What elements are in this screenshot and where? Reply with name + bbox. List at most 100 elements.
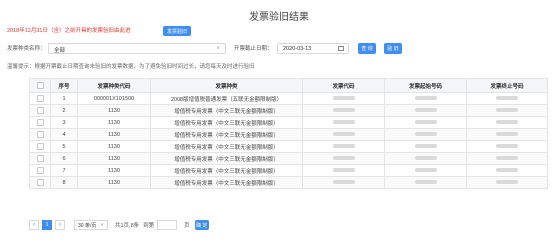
redacted-start-number [414,144,437,149]
row-type: 增值税专用发票（中文三联无金额限制版） [150,152,303,165]
invoice-type-value: 全部 [54,47,66,54]
invoice-type-select[interactable]: 全部 ∨ [48,43,226,54]
redacted-invoice-code [332,96,355,101]
row-checkbox[interactable] [36,155,44,162]
row-type-code: 1130 [77,104,151,117]
row-type-code: 1130 [77,116,151,129]
row-index: 2 [50,104,78,117]
row-type: 增值税专用发票（中文三联无金额限制版） [150,104,303,117]
row-index: 7 [50,164,78,177]
page-size-select[interactable]: 30 条/页 ∨ [74,220,108,230]
old-invoice-verify-button[interactable]: 发票验旧 [163,26,191,36]
row-index: 5 [50,140,78,153]
next-page-button[interactable]: > [55,220,65,230]
page-size-value: 30 条/页 [78,222,97,229]
invoice-type-label: 发票种类名称： [7,46,46,52]
redacted-start-number [414,120,437,125]
row-index: 6 [50,152,78,165]
row-checkbox[interactable] [36,143,44,150]
row-checkbox[interactable] [36,95,44,102]
calendar-icon [338,45,344,51]
table-header-row: 序号 发票种类代码 发票种类 发票代码 发票起始号码 发票终止号码 [29,78,548,93]
table-row: 7 1130 增值税专用发票（中文三联无金额限制版） [29,164,548,177]
table-row: 3 1130 增值税专用发票（中文三联无金额限制版） [29,116,548,129]
col-header-type: 发票种类 [150,78,303,93]
table-row: 1 000001X101500 2008版增值税普通发票（五联无金额限制版） [29,92,548,105]
redacted-invoice-code [332,108,355,113]
table-row: 5 1130 增值税专用发票（中文三联无金额限制版） [29,140,548,153]
row-type-code: 1130 [77,176,151,189]
table-row: 2 1130 增值税专用发票（中文三联无金额限制版） [29,104,548,117]
redacted-start-number [414,132,437,137]
row-index: 4 [50,128,78,141]
row-checkbox[interactable] [36,107,44,114]
redacted-start-number [414,168,437,173]
page-title: 发票验旧结果 [249,12,309,23]
row-type-code: 000001X101500 [77,92,151,105]
redacted-end-number [496,108,518,113]
redacted-start-number [414,108,437,113]
confirm-goto-button[interactable]: 确 定 [194,220,209,230]
chevron-down-icon: ∨ [100,222,104,228]
tip-text: 温馨提示：根据开票截止日期查询未验旧的发票数据，为了避免验旧时间过长，请您每天及… [7,64,255,70]
pagination: < 1 > 30 条/页 ∨ 共1页,8条 到第 页 确 定 [29,220,209,230]
date-label: 开票截止日期： [234,46,273,52]
row-type: 增值税专用发票（中文三联无金额限制版） [150,176,303,189]
col-header-start-number: 发票起始号码 [384,78,467,93]
select-all-checkbox[interactable] [36,82,44,89]
date-value: 2020-03-13 [283,45,312,52]
table-row: 8 1130 增值税专用发票（中文三联无金额限制版） [29,176,548,189]
goto-suffix: 页 [184,223,190,229]
col-header-end-number: 发票终止号码 [466,78,548,93]
redacted-start-number [414,96,437,101]
goto-label: 到第 [143,223,155,229]
row-type-code: 1130 [77,164,151,177]
date-picker[interactable]: 2020-03-13 [277,43,349,54]
prev-page-button[interactable]: < [29,220,39,230]
row-index: 8 [50,176,78,189]
row-checkbox[interactable] [36,131,44,138]
notice-text: 2018年12月31日（含）之前开具的发票验旧由此进 [7,28,131,34]
row-type: 2008版增值税普通发票（五联无金额限制版） [150,92,303,105]
page-1-button[interactable]: 1 [42,220,52,230]
total-text: 共1页,8条 [115,223,140,229]
row-type: 增值税专用发票（中文三联无金额限制版） [150,116,303,129]
table-row: 6 1130 增值税专用发票（中文三联无金额限制版） [29,152,548,165]
row-type-code: 1130 [77,140,151,153]
redacted-invoice-code [332,168,355,173]
redacted-start-number [414,156,437,161]
search-button[interactable]: 查 询 [358,43,376,54]
goto-page-input[interactable] [157,220,178,230]
redacted-start-number [414,180,437,185]
row-checkbox[interactable] [36,179,44,186]
redacted-end-number [496,144,518,149]
redacted-end-number [496,180,518,185]
redacted-end-number [496,96,518,101]
row-type: 增值税专用发票（中文三联无金额限制版） [150,140,303,153]
redacted-end-number [496,156,518,161]
col-header-type-code: 发票种类代码 [77,78,151,93]
redacted-end-number [496,168,518,173]
redacted-invoice-code [332,132,355,137]
row-checkbox[interactable] [36,167,44,174]
verify-button[interactable]: 验 旧 [384,43,402,54]
redacted-invoice-code [332,144,355,149]
redacted-invoice-code [332,180,355,185]
row-type-code: 1130 [77,152,151,165]
table-row: 4 1130 增值税专用发票（中文三联无金额限制版） [29,128,548,141]
row-checkbox[interactable] [36,119,44,126]
chevron-down-icon: ∨ [216,45,220,51]
redacted-invoice-code [332,156,355,161]
redacted-end-number [496,132,518,137]
row-type-code: 1130 [77,128,151,141]
col-header-index: 序号 [50,78,78,93]
row-index: 1 [50,92,78,105]
row-type: 增值税专用发票（中文三联无金额限制版） [150,128,303,141]
redacted-invoice-code [332,120,355,125]
row-index: 3 [50,116,78,129]
col-header-invoice-code: 发票代码 [302,78,385,93]
invoice-table: 序号 发票种类代码 发票种类 发票代码 发票起始号码 发票终止号码 1 0000… [29,78,548,189]
row-type: 增值税专用发票（中文三联无金额限制版） [150,164,303,177]
select-all-cell[interactable] [29,78,51,93]
redacted-end-number [496,120,518,125]
